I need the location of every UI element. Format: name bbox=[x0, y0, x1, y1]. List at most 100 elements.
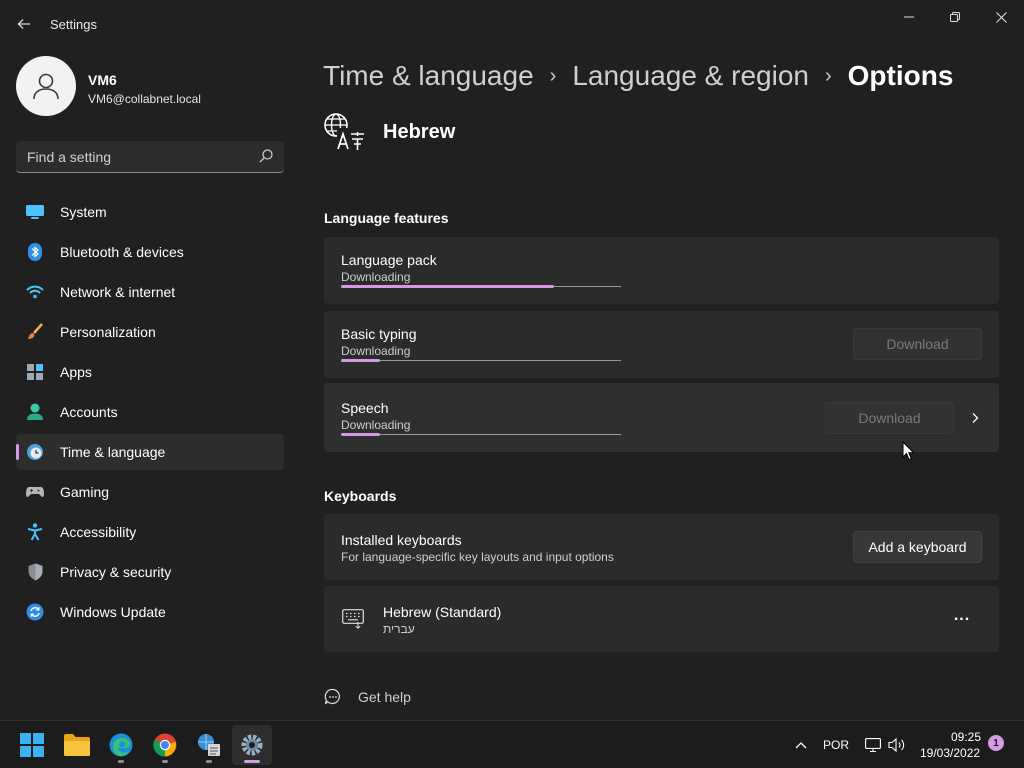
progress-fill bbox=[341, 359, 381, 362]
search-input[interactable]: Find a setting bbox=[27, 149, 111, 165]
feature-title: Language pack bbox=[341, 252, 437, 268]
keyboard-item-hebrew: Hebrew (Standard) עברית ... bbox=[324, 586, 999, 652]
mouse-cursor-icon bbox=[902, 441, 914, 461]
back-button[interactable] bbox=[12, 12, 36, 36]
close-icon bbox=[995, 11, 1007, 23]
taskbar-edge[interactable] bbox=[101, 725, 141, 765]
file-explorer-icon bbox=[64, 734, 90, 756]
chevron-right-icon[interactable] bbox=[969, 412, 981, 424]
running-indicator bbox=[118, 760, 124, 763]
sidebar-item-bluetooth[interactable]: Bluetooth & devices bbox=[16, 234, 284, 270]
clock-time[interactable]: 09:25 bbox=[951, 730, 981, 744]
taskbar: POR 09:25 19/03/2022 bbox=[0, 720, 1024, 768]
maximize-button[interactable] bbox=[935, 6, 975, 28]
speaker-icon bbox=[888, 738, 905, 752]
back-arrow-icon bbox=[17, 19, 30, 29]
avatar bbox=[16, 56, 76, 116]
accounts-icon bbox=[26, 403, 44, 421]
sidebar-item-accessibility[interactable]: Accessibility bbox=[16, 514, 284, 550]
feature-status: Downloading bbox=[341, 344, 411, 358]
breadcrumb: Time & language › Language & region › Op… bbox=[323, 58, 953, 94]
download-progress-bar bbox=[341, 359, 621, 362]
chevron-right-icon: › bbox=[824, 64, 832, 87]
keyboard-icon bbox=[342, 609, 364, 629]
clock-date[interactable]: 19/03/2022 bbox=[920, 746, 980, 760]
more-options-button[interactable]: ... bbox=[950, 607, 974, 627]
add-keyboard-button[interactable]: Add a keyboard bbox=[853, 531, 982, 563]
download-button[interactable]: Download bbox=[853, 328, 982, 360]
edge-icon bbox=[109, 733, 133, 757]
progress-fill bbox=[341, 433, 381, 436]
sidebar-item-windows-update[interactable]: Windows Update bbox=[16, 594, 284, 630]
keyboard-name: Hebrew (Standard) bbox=[383, 604, 502, 620]
language-name: Hebrew bbox=[383, 120, 456, 143]
profile-name: VM6 bbox=[88, 72, 117, 88]
get-help-link[interactable]: Get help bbox=[324, 687, 411, 707]
sidebar-item-label: Network & internet bbox=[60, 284, 176, 300]
installed-keyboards-card: Installed keyboards For language-specifi… bbox=[324, 514, 999, 580]
apps-icon bbox=[26, 363, 44, 381]
search-icon[interactable] bbox=[258, 148, 274, 164]
sidebar-item-label: Privacy & security bbox=[60, 564, 172, 580]
update-icon bbox=[26, 603, 44, 621]
sidebar-item-gaming[interactable]: Gaming bbox=[16, 474, 284, 510]
feature-card-basic-typing: Basic typing Downloading Download bbox=[324, 311, 999, 378]
wifi-icon bbox=[26, 283, 44, 301]
chevron-right-icon: › bbox=[549, 64, 557, 87]
notification-badge[interactable]: 1 bbox=[988, 735, 1004, 751]
taskbar-network-app[interactable] bbox=[189, 725, 229, 765]
network-status-button[interactable] bbox=[863, 735, 883, 755]
user-profile[interactable]: VM6 VM6@collabnet.local bbox=[16, 56, 286, 118]
sidebar-item-label: Windows Update bbox=[60, 604, 166, 620]
restore-icon bbox=[950, 12, 960, 22]
installed-keyboards-title: Installed keyboards bbox=[341, 532, 462, 548]
sidebar-item-system[interactable]: System bbox=[16, 194, 284, 230]
sidebar-item-label: Apps bbox=[60, 364, 92, 380]
download-button[interactable]: Download bbox=[825, 402, 954, 434]
bluetooth-icon bbox=[26, 243, 44, 261]
sidebar-item-label: Bluetooth & devices bbox=[60, 244, 184, 260]
accessibility-icon bbox=[26, 523, 44, 541]
sidebar-item-network[interactable]: Network & internet bbox=[16, 274, 284, 310]
breadcrumb-language-region[interactable]: Language & region bbox=[572, 60, 809, 92]
brush-icon bbox=[26, 323, 44, 341]
taskbar-settings[interactable] bbox=[232, 725, 272, 765]
running-indicator bbox=[206, 760, 212, 763]
sidebar-item-time-language[interactable]: Time & language bbox=[16, 434, 284, 470]
sidebar-item-privacy[interactable]: Privacy & security bbox=[16, 554, 284, 590]
get-help-label: Get help bbox=[358, 689, 411, 705]
sidebar-item-label: System bbox=[60, 204, 107, 220]
sidebar-item-accounts[interactable]: Accounts bbox=[16, 394, 284, 430]
download-progress-bar bbox=[341, 433, 621, 436]
taskbar-start[interactable] bbox=[12, 725, 52, 765]
gaming-icon bbox=[26, 483, 44, 501]
close-button[interactable] bbox=[981, 6, 1021, 28]
active-indicator bbox=[244, 760, 260, 763]
sidebar-item-label: Accounts bbox=[60, 404, 118, 420]
language-icon bbox=[324, 113, 365, 151]
sidebar-nav: System Bluetooth & devices Network & int… bbox=[16, 194, 284, 634]
sidebar-item-label: Accessibility bbox=[60, 524, 137, 540]
search-box[interactable]: Find a setting bbox=[16, 141, 284, 173]
profile-email: VM6@collabnet.local bbox=[88, 92, 201, 106]
input-language-indicator[interactable]: POR bbox=[823, 738, 849, 752]
system-icon bbox=[26, 203, 44, 221]
section-title-language-features: Language features bbox=[324, 210, 449, 226]
minimize-icon bbox=[904, 16, 914, 18]
volume-button[interactable] bbox=[887, 735, 907, 755]
taskbar-file-explorer[interactable] bbox=[57, 725, 97, 765]
keyboard-native-name: עברית bbox=[383, 622, 415, 636]
breadcrumb-time-language[interactable]: Time & language bbox=[323, 60, 534, 92]
time-language-icon bbox=[26, 443, 44, 461]
feature-card-language-pack: Language pack Downloading bbox=[324, 237, 999, 304]
feature-card-speech[interactable]: Speech Downloading Download bbox=[324, 383, 999, 452]
section-title-keyboards: Keyboards bbox=[324, 488, 397, 504]
sidebar-item-apps[interactable]: Apps bbox=[16, 354, 284, 390]
minimize-button[interactable] bbox=[889, 6, 929, 28]
sidebar-item-personalization[interactable]: Personalization bbox=[16, 314, 284, 350]
app-title: Settings bbox=[50, 17, 97, 32]
taskbar-chrome[interactable] bbox=[145, 725, 185, 765]
language-header: Hebrew bbox=[323, 112, 455, 152]
chevron-up-icon bbox=[795, 742, 807, 749]
show-hidden-icons-button[interactable] bbox=[791, 735, 811, 755]
